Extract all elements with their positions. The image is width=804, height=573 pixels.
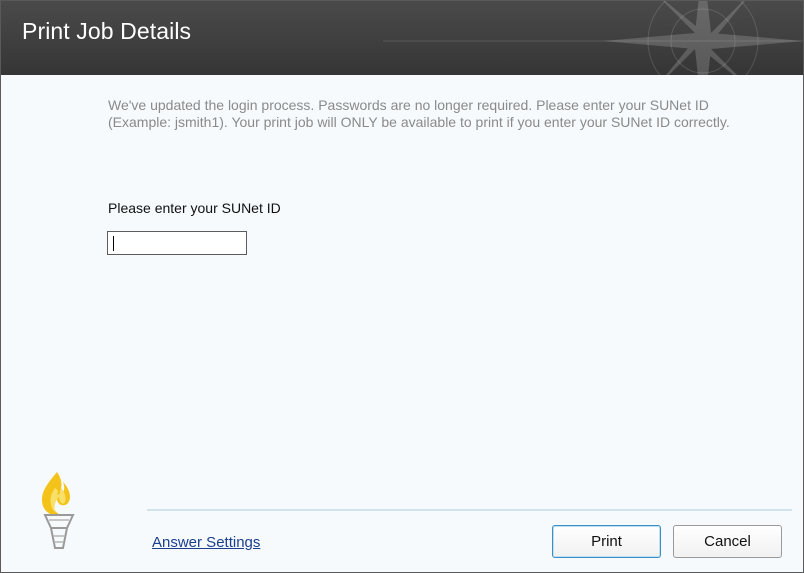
text-caret bbox=[113, 236, 114, 251]
answer-settings-link[interactable]: Answer Settings bbox=[152, 534, 260, 551]
dialog-content: We've updated the login process. Passwor… bbox=[1, 75, 803, 572]
dialog-title: Print Job Details bbox=[22, 18, 192, 44]
sunet-id-label: Please enter your SUNet ID bbox=[108, 200, 281, 216]
footer-divider bbox=[147, 509, 792, 511]
title-bar: Print Job Details bbox=[1, 1, 803, 75]
torch-logo-icon bbox=[41, 472, 75, 549]
sunet-id-input[interactable] bbox=[107, 231, 247, 255]
print-job-dialog: Print Job Details We've updated the logi… bbox=[0, 0, 804, 573]
compass-star-icon bbox=[383, 1, 803, 75]
cancel-button[interactable]: Cancel bbox=[673, 525, 782, 558]
info-text: We've updated the login process. Passwor… bbox=[108, 97, 730, 130]
print-button[interactable]: Print bbox=[552, 525, 661, 558]
